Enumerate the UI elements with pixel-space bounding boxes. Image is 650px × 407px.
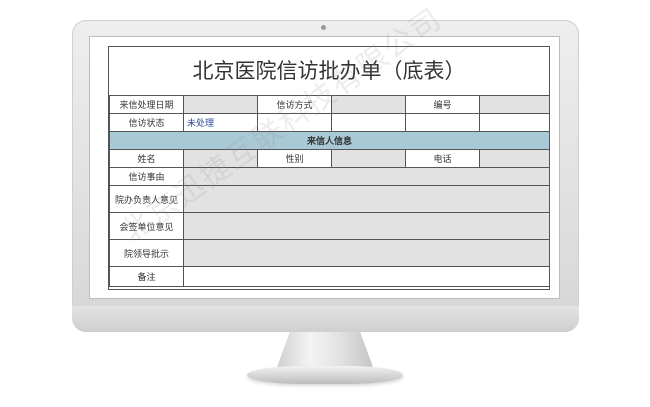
label-name: 姓名: [109, 149, 184, 168]
monitor-stand-base: [247, 366, 403, 384]
field-blank-b: [331, 113, 406, 132]
field-dept-head-opinion[interactable]: [183, 185, 550, 213]
label-remark: 备注: [109, 266, 184, 287]
section-header-row: 来信人信息: [109, 131, 550, 150]
monitor-stand-neck: [276, 332, 374, 370]
form-row-leader: 院领导批示: [109, 239, 550, 267]
label-leader-instruction: 院领导批示: [109, 239, 184, 267]
section-title-sender-info: 来信人信息: [109, 131, 550, 150]
field-blank-d: [479, 113, 550, 132]
field-receive-date[interactable]: [183, 95, 258, 114]
field-serial-number[interactable]: [479, 95, 550, 114]
field-phone[interactable]: [479, 149, 550, 168]
label-serial-number: 编号: [405, 95, 480, 114]
form-row-status: 信访状态 未处理: [109, 113, 550, 132]
label-petition-status: 信访状态: [109, 113, 184, 132]
webcam-icon: [321, 25, 326, 30]
field-blank-c: [405, 113, 480, 132]
field-gender[interactable]: [331, 149, 406, 168]
label-phone: 电话: [405, 149, 480, 168]
label-receive-date: 来信处理日期: [109, 95, 184, 114]
form-row-remark: 备注: [109, 266, 550, 287]
field-leader-instruction[interactable]: [183, 239, 550, 267]
monitor-chin: [72, 306, 579, 332]
field-cosign-opinion[interactable]: [183, 212, 550, 240]
form-row-sender: 姓名 性别 电话: [109, 149, 550, 168]
field-remark[interactable]: [183, 266, 550, 287]
